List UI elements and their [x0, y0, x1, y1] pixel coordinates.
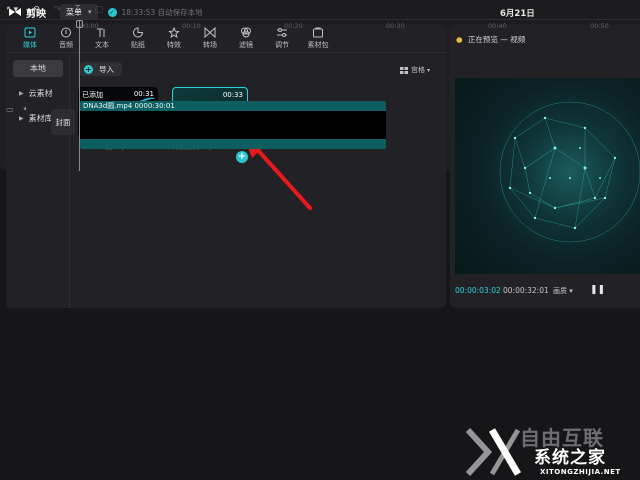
preview-title: ● 正在预览 — 视频 [456, 34, 525, 45]
grid-icon [400, 66, 408, 74]
total-time: 00:00:32:01 [503, 286, 549, 295]
cover-button[interactable]: 封面 [51, 109, 75, 135]
watermark-url: XITONGZHIJIA.NET [540, 468, 621, 476]
side-nav-label: 本地 [30, 64, 46, 73]
ruler-tick: 00:20 [284, 22, 303, 30]
preview-video[interactable] [455, 78, 640, 274]
time-ruler[interactable]: 00:00 00:10 00:20 00:30 00:40 00:50 [80, 20, 640, 32]
tab-label: 媒体 [23, 41, 37, 49]
tab-label: 贴纸 [131, 41, 145, 49]
ruler-tick: 00:10 [182, 22, 201, 30]
undo-icon[interactable]: ↶ [32, 5, 40, 15]
delete-icon[interactable]: ▢ [95, 5, 104, 15]
cover-label: 封面 [55, 117, 71, 127]
side-nav-local[interactable]: 本地 [13, 60, 63, 77]
chevron-down-icon: ▾ [427, 66, 431, 74]
watermark-logo-icon [465, 427, 522, 477]
timeline-clip-footer [80, 139, 386, 149]
watermark: 自由互联 系统之家 XITONGZHIJIA.NET [458, 418, 640, 480]
clip-duration: 00:33 [222, 91, 243, 99]
tab-label: 调节 [275, 41, 289, 49]
audio-icon [61, 27, 71, 38]
side-nav: 本地 ▶ 云素材 ▶ 素材库 [6, 53, 70, 308]
media-panel: 媒体 音频 文本 贴纸 特效 转场 滤镜 调节 素材包 本地 ▶ 云素材 ▶ 素… [6, 25, 446, 308]
network-sphere-graphic [499, 101, 640, 243]
tab-label: 素材包 [307, 41, 329, 49]
import-label: 导入 [99, 64, 114, 74]
status-dot-icon: ● [456, 35, 463, 44]
ruler-tick: 00:30 [386, 22, 405, 30]
current-time: 00:00:03:02 [455, 286, 501, 295]
quality-dropdown[interactable]: 画质 ▾ [553, 286, 573, 296]
tab-label: 音频 [59, 41, 73, 49]
tab-label: 特效 [167, 41, 181, 49]
tab-media[interactable]: 媒体 [12, 25, 48, 52]
media-icon [24, 27, 36, 38]
ruler-tick: 00:50 [590, 22, 609, 30]
timeline-clip[interactable]: DNA3d圆.mp4 0000:30:01 [80, 101, 386, 149]
quality-label: 画质 [553, 287, 567, 295]
view-mode-label: 宫格 [411, 66, 425, 74]
mute-icon[interactable]: 🔈︎ [24, 104, 29, 114]
tab-label: 滤镜 [239, 41, 253, 49]
plus-icon: + [84, 64, 93, 74]
preview-panel: ● 正在预览 — 视频 00:00:03:02 00:00:32:01 画质 ▾… [450, 25, 640, 308]
split-icon[interactable]: ⌶ [75, 5, 80, 15]
import-button[interactable]: + 导入 [80, 62, 122, 76]
timeline-clip-label: DNA3d圆.mp4 0000:30:01 [80, 101, 386, 111]
pause-icon[interactable]: ❚❚ [590, 285, 605, 295]
watermark-brand: 系统之家 [534, 448, 606, 468]
view-mode-dropdown[interactable]: 宫格 ▾ [400, 65, 430, 75]
tab-label: 转场 [203, 41, 217, 49]
ruler-tick: 00:40 [488, 22, 507, 30]
added-badge: 已添加 [82, 91, 103, 99]
timeline-toolbar: ↖▾ ↶ ↷ ⌶ ▢ [0, 0, 640, 20]
tab-label: 文本 [95, 41, 109, 49]
track-video-icon[interactable]: ▭ [6, 105, 14, 114]
preview-title-text: 正在预览 — 视频 [467, 35, 526, 44]
redo-icon[interactable]: ↷ [54, 5, 62, 15]
select-tool-icon[interactable]: ↖▾ [6, 5, 18, 15]
